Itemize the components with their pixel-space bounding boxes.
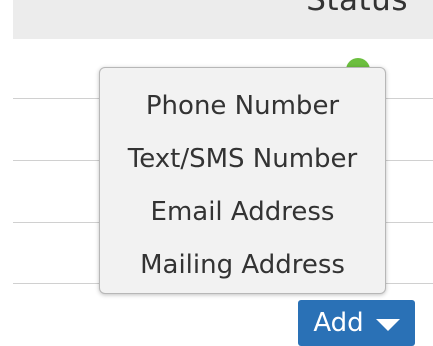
menu-item-mailing-address[interactable]: Mailing Address (100, 239, 385, 292)
menu-item-email-address[interactable]: Email Address (100, 186, 385, 239)
menu-item-phone-number[interactable]: Phone Number (100, 80, 385, 133)
add-contact-dropdown-menu: Phone Number Text/SMS Number Email Addre… (99, 67, 386, 294)
status-column-header: Status (306, 0, 408, 18)
menu-item-text-sms-number[interactable]: Text/SMS Number (100, 133, 385, 186)
caret-down-icon (375, 319, 400, 331)
add-button[interactable]: Add (298, 300, 415, 346)
add-button-label: Add (313, 308, 364, 338)
contact-methods-panel: Status Phone Number Text/SMS Number Emai… (0, 0, 433, 346)
table-header: Status (13, 0, 433, 39)
